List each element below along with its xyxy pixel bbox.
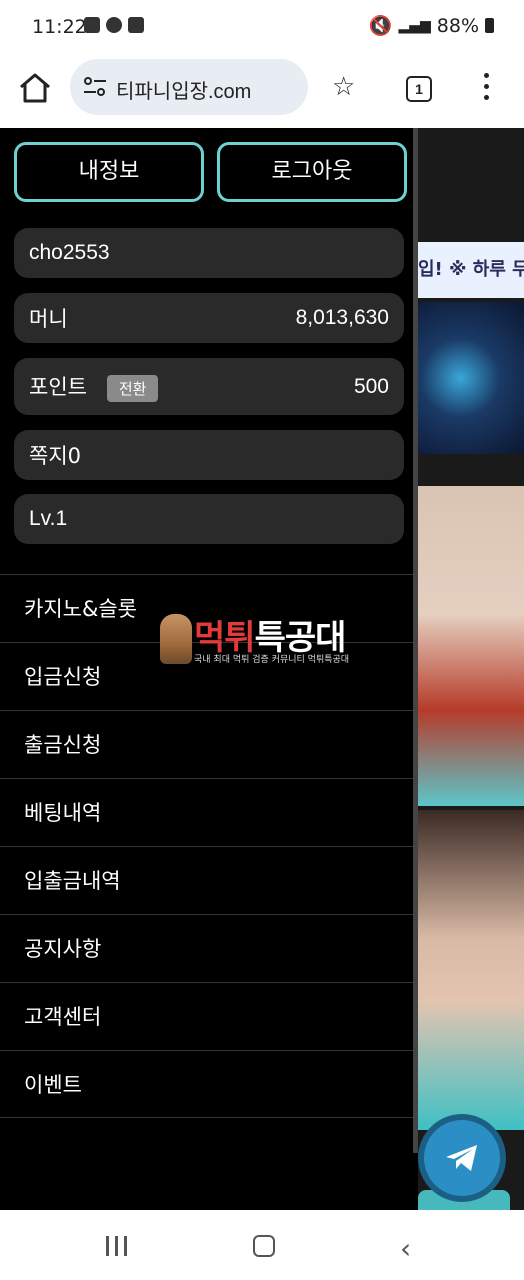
points-convert-button[interactable]: 전환 [106,375,159,402]
menu-item-events[interactable]: 이벤트 [0,1050,413,1118]
signal-icon: ▂▄▆ [398,17,431,34]
my-info-button[interactable]: 내정보 [14,142,204,202]
menu-item-bet-history[interactable]: 베팅내역 [0,778,413,846]
messages-count[interactable]: 쪽지0 [29,440,81,470]
battery-icon [485,18,494,33]
money-label: 머니 [29,307,68,331]
points-label: 포인트 [29,375,87,399]
level: Lv.1 [29,507,68,530]
gallery-icon [128,17,144,33]
mute-icon: 🔇 [368,15,393,37]
tab-switcher-button[interactable]: 1 [406,76,432,102]
bookmark-star-icon[interactable]: ☆ [332,72,355,102]
more-menu-icon[interactable] [484,73,492,106]
background-page: 입! ※ 하루 무 [418,128,524,1210]
telegram-icon [446,1145,477,1171]
recent-apps-icon[interactable] [106,1236,133,1260]
address-bar[interactable]: 티파니입장.com [70,59,308,115]
points-value: 500 [353,374,389,398]
promo-banner-image [418,486,524,806]
logout-button[interactable]: 로그아웃 [217,142,407,202]
menu-item-withdraw[interactable]: 출금신청 [0,710,413,778]
side-drawer: 내정보 로그아웃 cho2553 머니 8,013,630 포인트 전환 500… [0,128,418,1210]
drawer-scrollbar[interactable] [413,128,418,1153]
soldier-mascot-icon [160,614,192,664]
system-status: 🔇 ▂▄▆ 88% [369,14,494,37]
slot-banner-image [418,302,524,454]
battery-level: 88% [436,14,479,37]
username-card: cho2553 [14,228,404,278]
url-text: 티파니입장.com [116,81,252,103]
status-time: 11:22 [32,16,87,38]
watermark-tagline: 국내 최대 먹튀 검증 커뮤니티 먹튀특공대 [194,655,350,665]
talk-icon [106,17,122,33]
level-card: Lv.1 [14,494,404,544]
system-navigation-bar: ‹ [0,1210,524,1280]
menu-item-notices[interactable]: 공지사항 [0,914,413,982]
telegram-button[interactable] [424,1120,500,1196]
messages-card[interactable]: 쪽지0 [14,430,404,480]
points-card: 포인트 전환 500 [14,358,404,415]
username: cho2553 [29,241,110,264]
status-bar: 11:22 🔇 ▂▄▆ 88% [0,0,524,56]
home-nav-icon[interactable] [253,1235,275,1257]
menu-item-support[interactable]: 고객센터 [0,982,413,1050]
money-card: 머니 8,013,630 [14,293,404,343]
site-settings-icon[interactable] [82,75,108,99]
browser-toolbar: 티파니입장.com ☆ 1 [0,56,524,129]
menu-item-transactions[interactable]: 입출금내역 [0,846,413,914]
marquee-ticker: 입! ※ 하루 무 [418,242,524,298]
notification-icon [84,17,100,33]
notification-icons [84,17,144,33]
back-icon[interactable]: ‹ [400,1232,411,1265]
watermark-logo: 먹튀특공대 국내 최대 먹튀 검증 커뮤니티 먹튀특공대 [160,612,366,668]
home-icon[interactable] [18,73,52,103]
money-value: 8,013,630 [295,306,389,329]
promo-banner-image-2 [418,810,524,1130]
